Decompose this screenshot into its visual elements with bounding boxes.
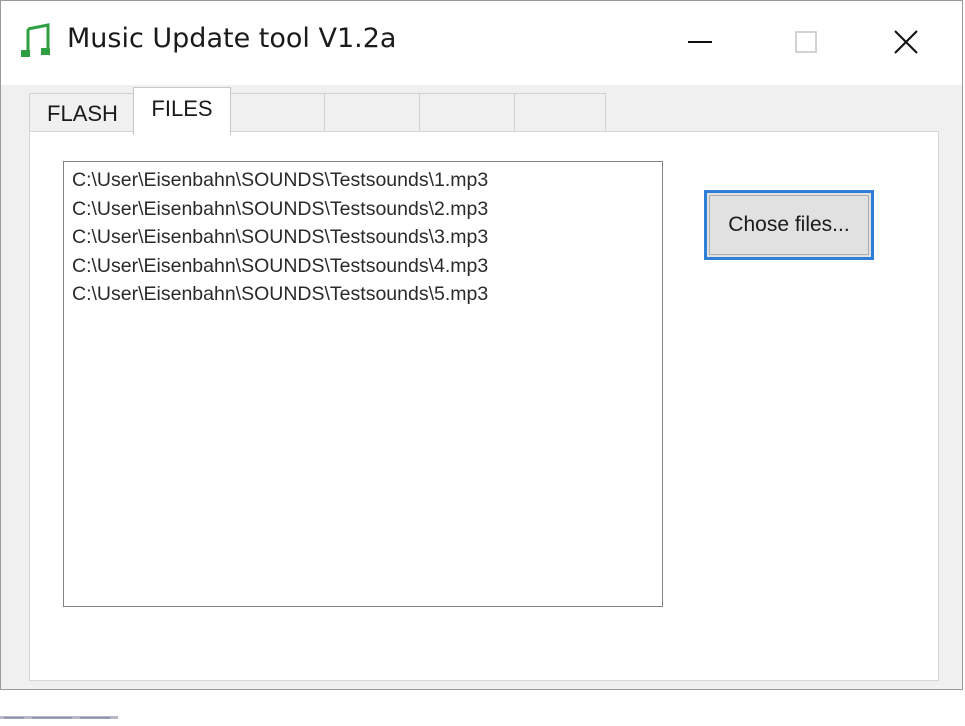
close-button[interactable] bbox=[871, 15, 941, 69]
tab-blank-4[interactable] bbox=[514, 93, 606, 133]
tab-label: FILES bbox=[151, 96, 213, 121]
file-listbox[interactable]: C:\User\Eisenbahn\SOUNDS\Testsounds\1.mp… bbox=[63, 161, 663, 607]
window-title: Music Update tool V1.2a bbox=[67, 23, 397, 54]
tab-flash[interactable]: FLASH bbox=[29, 93, 136, 133]
maximize-button[interactable] bbox=[771, 15, 841, 69]
tab-strip: FLASH FILES bbox=[29, 85, 729, 135]
chose-files-label: Chose files... bbox=[728, 213, 850, 236]
list-item[interactable]: C:\User\Eisenbahn\SOUNDS\Testsounds\1.mp… bbox=[72, 166, 662, 195]
tab-label: FLASH bbox=[47, 100, 118, 126]
list-item[interactable]: C:\User\Eisenbahn\SOUNDS\Testsounds\2.mp… bbox=[72, 195, 662, 224]
list-item[interactable]: C:\User\Eisenbahn\SOUNDS\Testsounds\3.mp… bbox=[72, 223, 662, 252]
minimize-icon bbox=[688, 41, 712, 43]
close-icon bbox=[894, 30, 918, 54]
maximize-icon bbox=[795, 31, 817, 53]
minimize-button[interactable] bbox=[665, 15, 735, 69]
tab-blank-2[interactable] bbox=[324, 93, 420, 133]
files-tab-panel: C:\User\Eisenbahn\SOUNDS\Testsounds\1.mp… bbox=[29, 131, 939, 681]
app-window: Music Update tool V1.2a FLASH FILES C:\U… bbox=[0, 0, 963, 690]
list-item[interactable]: C:\User\Eisenbahn\SOUNDS\Testsounds\4.mp… bbox=[72, 252, 662, 281]
chose-files-button[interactable]: Chose files... bbox=[704, 190, 874, 260]
status-strip bbox=[0, 708, 130, 726]
tab-files[interactable]: FILES bbox=[133, 87, 231, 135]
tab-blank-1[interactable] bbox=[228, 93, 325, 133]
music-note-icon bbox=[19, 23, 51, 59]
title-bar[interactable]: Music Update tool V1.2a bbox=[1, 1, 962, 85]
list-item[interactable]: C:\User\Eisenbahn\SOUNDS\Testsounds\5.mp… bbox=[72, 280, 662, 309]
tab-blank-3[interactable] bbox=[419, 93, 515, 133]
